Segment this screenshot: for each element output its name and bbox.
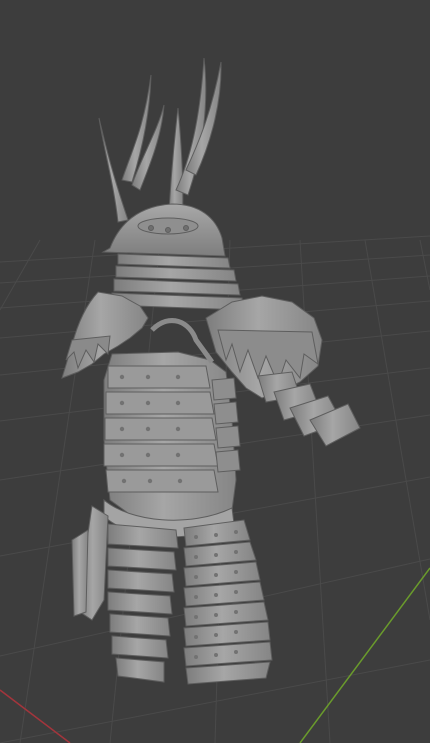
y-axis-line [299, 567, 430, 743]
antler-left [98, 74, 165, 223]
viewport-canvas[interactable] [0, 0, 430, 743]
helmet-rivet [183, 225, 189, 231]
tasset-front [107, 523, 179, 683]
helmet-rivet [165, 227, 171, 233]
3d-viewport[interactable] [0, 0, 430, 743]
x-axis-line [0, 689, 71, 743]
tasset-left [71, 505, 109, 621]
tasset-right [183, 519, 273, 685]
helmet-rivet [148, 225, 154, 231]
samurai-armor-model[interactable] [61, 57, 361, 685]
